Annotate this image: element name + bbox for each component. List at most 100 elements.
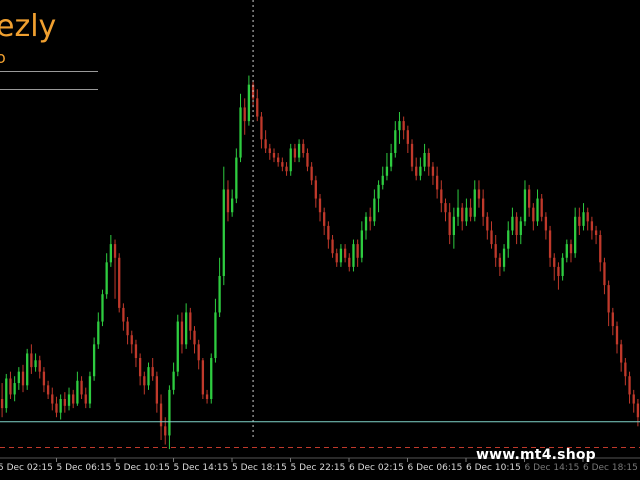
candle-body bbox=[222, 189, 225, 276]
candle-body bbox=[159, 403, 163, 427]
candle-body bbox=[406, 130, 409, 144]
candle-body bbox=[515, 216, 518, 235]
candle-body bbox=[88, 376, 92, 404]
candle-body bbox=[427, 153, 430, 167]
time-label: 5 Dec 14:15 bbox=[174, 463, 229, 473]
candle-body bbox=[394, 130, 397, 153]
candle-body bbox=[490, 230, 493, 245]
candle-body bbox=[184, 312, 188, 345]
candle-body bbox=[473, 189, 476, 217]
brand-title: ezly bbox=[0, 9, 57, 44]
candle-body bbox=[536, 198, 539, 222]
candle-body bbox=[448, 212, 451, 235]
candle-body bbox=[620, 344, 623, 363]
candle-body bbox=[151, 367, 154, 377]
price-chart[interactable]: 5 Dec 02:15 5 Dec 06:15 5 Dec 10:15 5 Dec 1… bbox=[0, 0, 640, 480]
candle-body bbox=[389, 153, 393, 167]
candle-body bbox=[289, 148, 292, 172]
candle-body bbox=[260, 116, 263, 140]
candle-body bbox=[440, 189, 443, 204]
candle-body bbox=[314, 180, 317, 199]
candle-body bbox=[293, 148, 297, 158]
candle-body bbox=[331, 239, 334, 254]
candle-body bbox=[548, 230, 552, 258]
candle-body bbox=[297, 143, 301, 158]
candle-body bbox=[302, 143, 305, 153]
candle-body bbox=[356, 244, 359, 258]
time-label: 5 Dec 22:15 bbox=[291, 463, 346, 473]
chart-canvas[interactable]: 5 Dec 02:15 5 Dec 06:15 5 Dec 10:15 5 Dec 1… bbox=[0, 0, 640, 480]
candle-body bbox=[243, 107, 246, 122]
candle-body bbox=[494, 244, 497, 258]
candle-body bbox=[624, 362, 627, 377]
candle-body bbox=[218, 276, 221, 313]
candle-body bbox=[176, 321, 179, 372]
candle-body bbox=[51, 394, 54, 404]
candle-body bbox=[84, 394, 87, 404]
candle-body bbox=[239, 107, 242, 158]
candle-body bbox=[398, 121, 401, 131]
candle-body bbox=[444, 203, 447, 213]
candle-body bbox=[574, 216, 577, 254]
candle-body bbox=[544, 216, 548, 231]
candle-body bbox=[34, 360, 37, 368]
candle-body bbox=[201, 360, 205, 395]
candle-body bbox=[402, 121, 405, 131]
candle-body bbox=[168, 389, 171, 436]
candle-body bbox=[486, 216, 489, 231]
time-label: 5 Dec 18:15 bbox=[232, 463, 287, 473]
candle-body bbox=[557, 266, 560, 276]
candle-body bbox=[97, 321, 100, 345]
candle-body bbox=[147, 367, 150, 386]
candle-body bbox=[197, 344, 200, 361]
candle-body bbox=[561, 257, 564, 276]
candle-body bbox=[205, 394, 209, 399]
candle-body bbox=[615, 326, 619, 345]
candle-body bbox=[13, 383, 16, 395]
candle-body bbox=[63, 399, 66, 406]
candle-body bbox=[17, 371, 20, 384]
candle-body bbox=[172, 371, 175, 390]
candle-body bbox=[318, 198, 322, 213]
candle-body bbox=[55, 403, 58, 413]
candle-body bbox=[277, 157, 280, 163]
candle-body bbox=[594, 230, 598, 235]
candle-body bbox=[72, 394, 75, 404]
time-label: 5 Dec 02:15 bbox=[0, 463, 53, 473]
candle-body bbox=[586, 212, 589, 222]
candle-body bbox=[452, 216, 456, 235]
candle-body bbox=[180, 321, 184, 345]
time-label: 6 Dec 14:15 bbox=[525, 463, 580, 473]
candle-body bbox=[306, 153, 309, 167]
candle-body bbox=[272, 153, 276, 158]
candle-body bbox=[435, 175, 439, 190]
candle-body bbox=[0, 399, 4, 409]
candle-body bbox=[118, 257, 121, 308]
candle-body bbox=[364, 216, 368, 231]
candle-body bbox=[611, 312, 614, 327]
candle-body bbox=[130, 335, 133, 345]
time-label: 6 Dec 18:15 bbox=[583, 463, 638, 473]
candle-body bbox=[343, 248, 347, 258]
candle-body bbox=[189, 312, 192, 331]
candle-body bbox=[607, 285, 610, 313]
brand-subtitle: o bbox=[0, 48, 6, 67]
candle-body bbox=[138, 358, 142, 377]
candle-body bbox=[339, 248, 343, 263]
candle-body bbox=[42, 371, 46, 386]
candle-body bbox=[599, 235, 602, 263]
candle-body bbox=[498, 257, 502, 267]
candle-body bbox=[264, 139, 267, 149]
chart-background bbox=[0, 0, 640, 480]
candle-body bbox=[511, 216, 514, 231]
candle-body bbox=[519, 221, 522, 235]
candle-body bbox=[532, 207, 535, 222]
candle-body bbox=[373, 198, 376, 222]
time-label: 6 Dec 10:15 bbox=[466, 463, 521, 473]
candle-body bbox=[226, 189, 230, 213]
candle-body bbox=[46, 385, 50, 395]
candle-body bbox=[465, 207, 468, 222]
candle-body bbox=[456, 207, 460, 217]
candle-body bbox=[21, 371, 25, 386]
candle-body bbox=[565, 244, 568, 258]
